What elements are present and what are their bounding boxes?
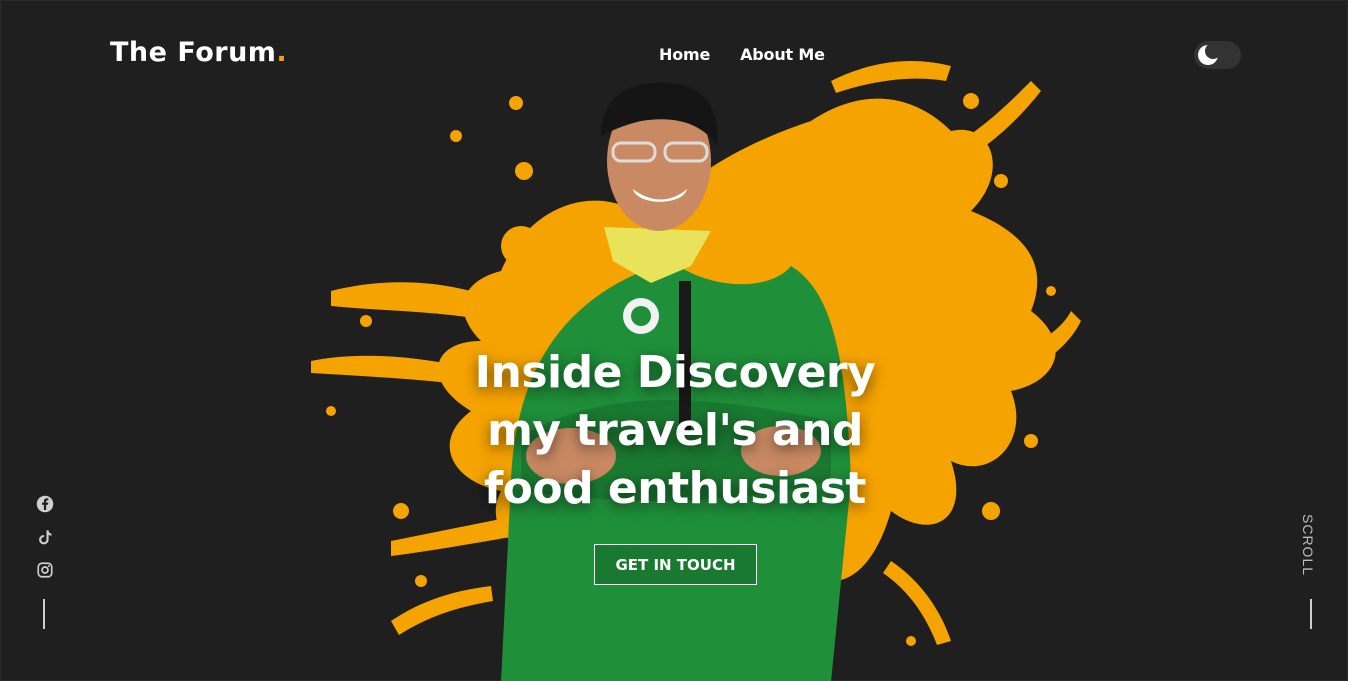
theme-toggle[interactable] (1194, 41, 1241, 69)
get-in-touch-button[interactable]: GET IN TOUCH (594, 544, 757, 585)
instagram-icon[interactable] (36, 561, 54, 579)
social-divider (43, 599, 45, 629)
scroll-indicator[interactable]: SCROLL (1300, 514, 1316, 576)
facebook-icon[interactable] (36, 495, 54, 513)
headline-line-3: food enthusiast (484, 463, 866, 514)
headline-line-2: my travel's and (487, 405, 863, 456)
site-logo[interactable]: The Forum. (110, 37, 287, 68)
hero-headline: Inside Discovery my travel's and food en… (425, 344, 925, 518)
moon-icon (1198, 43, 1220, 65)
scroll-line (1310, 599, 1312, 629)
logo-text: The Forum (110, 37, 277, 68)
headline-line-1: Inside Discovery (474, 347, 876, 398)
social-links (36, 495, 54, 579)
page: The Forum. Home About Me Inside Discover… (0, 0, 1348, 681)
tiktok-icon[interactable] (36, 528, 54, 546)
